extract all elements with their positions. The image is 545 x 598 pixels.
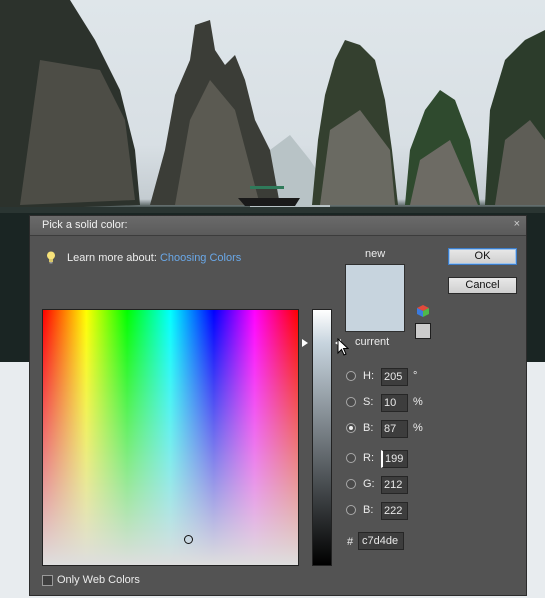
red-input[interactable]: 199 (381, 450, 408, 468)
hue-radio[interactable] (346, 371, 356, 381)
dialog-title: Pick a solid color: (42, 219, 128, 231)
new-color-label: new (365, 248, 386, 260)
color-field-marker[interactable] (184, 535, 193, 544)
web-safe-color-swatch[interactable] (415, 323, 431, 339)
dialog-titlebar[interactable]: Pick a solid color: × (30, 216, 526, 236)
saturation-label: S: (363, 396, 374, 408)
learn-more-prefix: Learn more about: (67, 252, 157, 264)
hue-label: H: (363, 370, 374, 382)
red-radio[interactable] (346, 453, 356, 463)
color-preview-swatch (345, 264, 405, 332)
color-picker-dialog: Pick a solid color: × Learn more about: … (29, 215, 527, 596)
learn-more-row: Learn more about: Choosing Colors (67, 252, 241, 264)
brightness-unit: % (413, 422, 423, 434)
hex-hash-label: # (347, 536, 354, 548)
brightness-label: B: (363, 422, 374, 434)
mouse-cursor-icon (337, 338, 349, 356)
only-web-colors-checkbox[interactable] (42, 575, 53, 586)
saturation-radio[interactable] (346, 397, 356, 407)
blue-input[interactable]: 222 (381, 502, 408, 520)
choosing-colors-link[interactable]: Choosing Colors (160, 252, 241, 264)
ok-button[interactable]: OK (448, 248, 517, 265)
blue-radio[interactable] (346, 505, 356, 515)
green-label: G: (363, 478, 375, 490)
hex-input[interactable]: c7d4de (358, 532, 404, 550)
slider-arrow-left-icon[interactable] (302, 339, 308, 347)
close-icon[interactable]: × (514, 218, 520, 230)
green-radio[interactable] (346, 479, 356, 489)
brightness-input[interactable]: 87 (381, 420, 408, 438)
hue-unit: ° (413, 370, 418, 382)
color-field[interactable] (42, 309, 299, 566)
brightness-radio[interactable] (346, 423, 356, 433)
lightbulb-icon (47, 251, 55, 264)
saturation-input[interactable]: 10 (381, 394, 408, 412)
red-label: R: (363, 452, 374, 464)
color-cube-icon[interactable] (416, 304, 430, 318)
only-web-colors-label: Only Web Colors (57, 574, 140, 586)
green-input[interactable]: 212 (381, 476, 408, 494)
saturation-unit: % (413, 396, 423, 408)
current-color-label: current (355, 336, 390, 348)
hue-input[interactable]: 205 (381, 368, 408, 386)
brightness-slider[interactable] (312, 309, 332, 566)
cancel-button[interactable]: Cancel (448, 277, 517, 294)
new-color-swatch (346, 265, 404, 331)
blue-label: B: (363, 504, 374, 516)
